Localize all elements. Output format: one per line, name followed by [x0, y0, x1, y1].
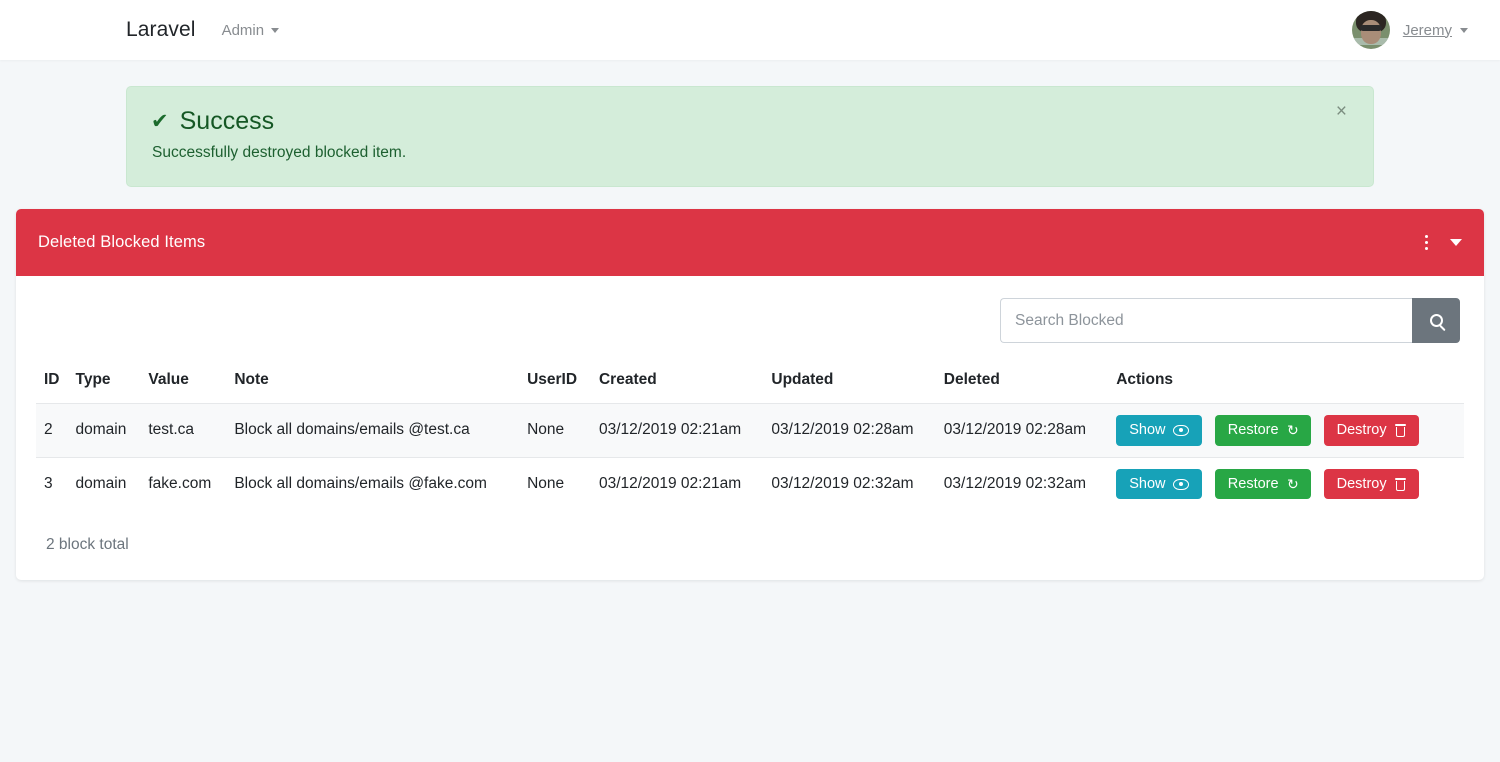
restore-button[interactable]: Restore ↺ — [1214, 415, 1312, 446]
cell-type: domain — [67, 456, 141, 511]
card-title: Deleted Blocked Items — [38, 233, 206, 251]
cell-created: 03/12/2019 02:21am — [590, 456, 764, 511]
deleted-blocked-items-card: Deleted Blocked Items ID Type Value Note — [16, 209, 1484, 581]
chevron-down-icon — [271, 27, 280, 33]
cell-note: Block all domains/emails @fake.com — [226, 456, 520, 511]
user-menu[interactable]: Jeremy — [1403, 22, 1468, 39]
column-header-created: Created — [598, 371, 657, 388]
nav-item-admin-label: Admin — [221, 21, 265, 39]
destroy-button-label: Destroy — [1336, 475, 1387, 492]
cell-deleted: 03/12/2019 02:32am — [935, 456, 1109, 511]
column-header-updated: Updated — [771, 371, 834, 388]
cell-userid: None — [519, 403, 591, 458]
destroy-button-label: Destroy — [1336, 422, 1387, 438]
alert-title: ✔ Success — [151, 107, 1349, 136]
column-header-actions: Actions — [1116, 371, 1174, 388]
cell-id: 3 — [36, 456, 68, 511]
avatar-glasses — [1359, 25, 1382, 31]
search-input[interactable] — [1000, 298, 1412, 343]
search-icon — [1429, 314, 1443, 327]
restore-button[interactable]: Restore ↺ — [1214, 468, 1312, 500]
cell-created: 03/12/2019 02:21am — [590, 403, 764, 458]
show-button-label: Show — [1129, 475, 1166, 492]
column-header-id: ID — [44, 371, 60, 388]
check-icon: ✔ — [151, 110, 169, 133]
column-header-deleted: Deleted — [943, 371, 1000, 388]
show-button[interactable]: Show — [1116, 415, 1203, 446]
show-button[interactable]: Show — [1116, 468, 1203, 500]
search-group — [1000, 298, 1460, 343]
undo-icon: ↺ — [1286, 422, 1299, 439]
table-row: 3 domain fake.com Block all domains/emai… — [36, 456, 1464, 511]
user-menu-label: Jeremy — [1402, 21, 1452, 39]
destroy-button[interactable]: Destroy — [1323, 415, 1419, 446]
success-alert: ✔ Success Successfully destroyed blocked… — [126, 86, 1374, 187]
column-header-type: Type — [75, 371, 111, 388]
search-button[interactable] — [1412, 298, 1460, 343]
cell-value: fake.com — [140, 456, 227, 511]
column-header-value: Value — [148, 371, 189, 388]
table-header-row: ID Type Value Note UserID Created Update… — [36, 365, 1464, 404]
eye-icon — [1173, 478, 1190, 490]
cell-actions: Show Restore ↺ Destroy — [1108, 403, 1464, 458]
caret-down-icon[interactable] — [1450, 239, 1462, 246]
column-header-userid: UserID — [527, 371, 578, 388]
total-count-label: 2 block total — [46, 536, 129, 554]
card-tools — [1423, 233, 1462, 252]
nav-item-admin[interactable]: Admin — [222, 22, 280, 39]
chevron-down-icon — [1460, 27, 1468, 33]
search-row — [36, 298, 1464, 343]
card-header: Deleted Blocked Items — [16, 209, 1484, 276]
table-body: 2 domain test.ca Block all domains/email… — [36, 403, 1464, 511]
cell-deleted: 03/12/2019 02:28am — [935, 403, 1109, 458]
cell-userid: None — [519, 456, 591, 511]
trash-icon — [1394, 423, 1406, 437]
cell-id: 2 — [36, 403, 68, 458]
vertical-dots-icon[interactable] — [1423, 233, 1430, 252]
alert-close-button[interactable]: × — [1330, 101, 1353, 122]
avatar[interactable] — [1351, 11, 1390, 49]
cell-type: domain — [67, 403, 141, 458]
cell-actions: Show Restore ↺ Destroy — [1108, 456, 1464, 511]
show-button-label: Show — [1129, 422, 1166, 438]
brand-link[interactable]: Laravel — [126, 18, 196, 42]
top-navbar: Laravel Admin Jeremy — [0, 0, 1500, 60]
alert-message: Successfully destroyed blocked item. — [152, 144, 407, 161]
avatar-face — [1360, 20, 1381, 44]
cell-value: test.ca — [140, 403, 227, 458]
eye-icon — [1173, 424, 1190, 436]
table-row: 2 domain test.ca Block all domains/email… — [36, 403, 1464, 458]
cell-note: Block all domains/emails @test.ca — [226, 403, 520, 458]
navbar-right: Jeremy — [1351, 11, 1468, 49]
trash-icon — [1394, 477, 1406, 491]
cell-updated: 03/12/2019 02:28am — [763, 403, 936, 458]
cell-updated: 03/12/2019 02:32am — [763, 456, 936, 511]
alert-title-text: Success — [179, 107, 275, 135]
destroy-button[interactable]: Destroy — [1323, 468, 1419, 500]
undo-icon: ↺ — [1286, 476, 1299, 492]
restore-button-label: Restore — [1227, 422, 1279, 438]
table-head: ID Type Value Note UserID Created Update… — [36, 365, 1464, 404]
column-header-note: Note — [234, 371, 269, 388]
restore-button-label: Restore — [1227, 475, 1279, 492]
card-body: ID Type Value Note UserID Created Update… — [16, 276, 1484, 580]
blocked-items-table: ID Type Value Note UserID Created Update… — [36, 365, 1464, 511]
